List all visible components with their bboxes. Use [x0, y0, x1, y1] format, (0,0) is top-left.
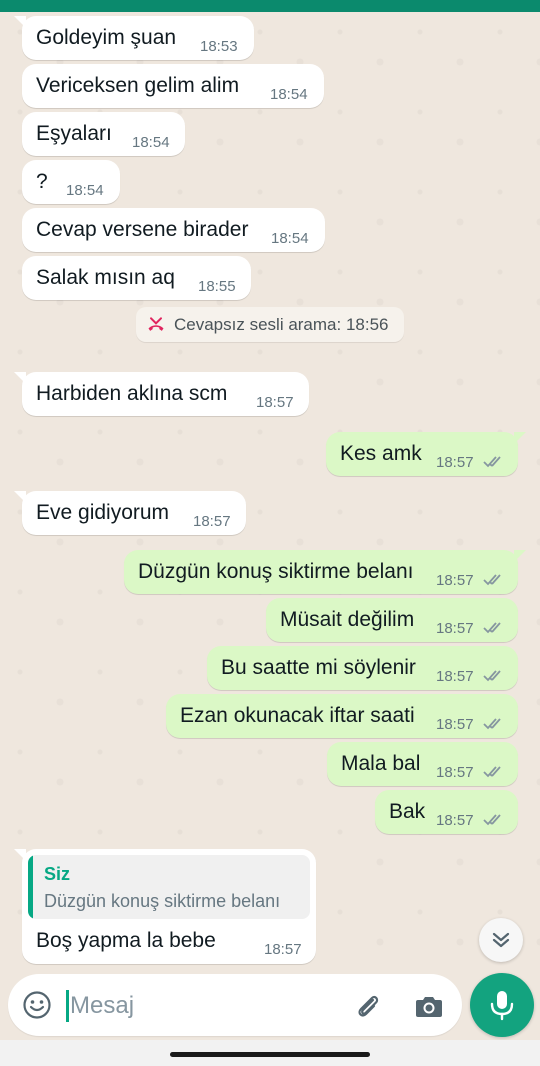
message-text: Bak [389, 800, 426, 823]
message-time: 18:54 [271, 230, 309, 247]
missed-call-notice[interactable]: Cevapsız sesli arama: 18:56 [136, 307, 404, 342]
message-text: ? [36, 170, 48, 193]
missed-call-icon [148, 317, 164, 331]
scroll-to-bottom-button[interactable] [479, 918, 523, 962]
message-time: 18:57 [436, 620, 474, 637]
read-ticks-icon [483, 718, 501, 730]
quote-accent-bar [28, 855, 33, 919]
message-bubble-incoming[interactable]: Eşyaları 18:54 [22, 112, 185, 156]
message-time: 18:57 [436, 716, 474, 733]
emoji-icon[interactable] [22, 990, 52, 1020]
message-bubble-outgoing[interactable]: Ezan okunacak iftar saati 18:57 [166, 694, 518, 738]
message-text: Boş yapma la bebe [36, 929, 216, 952]
read-ticks-icon [483, 574, 501, 586]
double-chevron-down-icon [492, 932, 510, 948]
message-bubble-incoming[interactable]: Cevap versene birader 18:54 [22, 208, 325, 252]
message-text: Cevap versene birader [36, 218, 249, 241]
read-ticks-icon [483, 766, 501, 778]
home-indicator[interactable] [170, 1052, 370, 1057]
message-time: 18:57 [256, 394, 294, 411]
message-composer [8, 974, 462, 1036]
message-text: Goldeyim şuan [36, 26, 177, 49]
read-ticks-icon [483, 814, 501, 826]
message-text: Harbiden aklına scm [36, 382, 228, 405]
message-text: Mala bal [341, 752, 421, 775]
message-bubble-incoming[interactable]: Vericeksen gelim alim 18:54 [22, 64, 324, 108]
read-ticks-icon [483, 456, 501, 468]
paperclip-icon[interactable] [352, 990, 384, 1022]
message-text: Müsait değilim [280, 608, 415, 631]
message-bubble-outgoing[interactable]: Bu saatte mi söylenir 18:57 [207, 646, 518, 690]
message-time: 18:57 [193, 513, 231, 530]
message-text: Düzgün konuş siktirme belanı [138, 560, 414, 583]
reply-message-bubble[interactable]: Siz Düzgün konuş siktirme belanı Boş yap… [14, 849, 316, 964]
message-time: 18:54 [270, 86, 308, 103]
read-ticks-icon [483, 622, 501, 634]
message-bubble-incoming[interactable]: Harbiden aklına scm 18:57 [14, 372, 309, 416]
message-text: Kes amk [340, 442, 422, 465]
message-time: 18:57 [436, 572, 474, 589]
message-time: 18:57 [436, 668, 474, 685]
message-time: 18:53 [200, 38, 238, 55]
message-bubble-outgoing[interactable]: Bak 18:57 [375, 790, 518, 834]
message-text: Salak mısın aq [36, 266, 175, 289]
message-bubble-incoming[interactable]: Goldeyim şuan 18:53 [14, 16, 254, 60]
missed-call-text: Cevapsız sesli arama: 18:56 [174, 315, 389, 334]
message-text: Ezan okunacak iftar saati [180, 704, 415, 727]
message-time: 18:54 [132, 134, 170, 151]
quoted-message[interactable]: Siz Düzgün konuş siktirme belanı [28, 855, 310, 919]
quote-author: Siz [44, 864, 71, 884]
chat-area[interactable]: Goldeyim şuan 18:53 Vericeksen gelim ali… [0, 12, 540, 972]
message-text: Eve gidiyorum [36, 501, 170, 524]
message-bubble-outgoing[interactable]: Müsait değilim 18:57 [266, 598, 518, 642]
message-text: Vericeksen gelim alim [36, 74, 240, 97]
message-time: 18:55 [198, 278, 236, 295]
camera-icon[interactable] [413, 990, 445, 1022]
message-text: Bu saatte mi söylenir [221, 656, 416, 679]
message-time: 18:54 [66, 182, 104, 199]
message-text: Eşyaları [36, 122, 112, 145]
message-bubble-outgoing[interactable]: Mala bal 18:57 [327, 742, 518, 786]
quote-text: Düzgün konuş siktirme belanı [44, 891, 281, 911]
message-bubble-incoming[interactable]: ? 18:54 [22, 160, 120, 204]
voice-message-button[interactable] [470, 973, 534, 1037]
microphone-icon [490, 991, 514, 1021]
message-input[interactable] [68, 986, 342, 1026]
message-bubble-incoming[interactable]: Salak mısın aq 18:55 [22, 256, 251, 300]
app-header-strip [0, 0, 540, 12]
message-time: 18:57 [436, 454, 474, 471]
message-bubble-incoming[interactable]: Eve gidiyorum 18:57 [14, 491, 246, 535]
message-time: 18:57 [436, 764, 474, 781]
message-bubble-outgoing[interactable]: Kes amk 18:57 [326, 432, 526, 476]
message-bubble-outgoing[interactable]: Düzgün konuş siktirme belanı 18:57 [124, 550, 526, 594]
read-ticks-icon [483, 670, 501, 682]
message-time: 18:57 [436, 812, 474, 829]
message-time: 18:57 [264, 941, 302, 958]
